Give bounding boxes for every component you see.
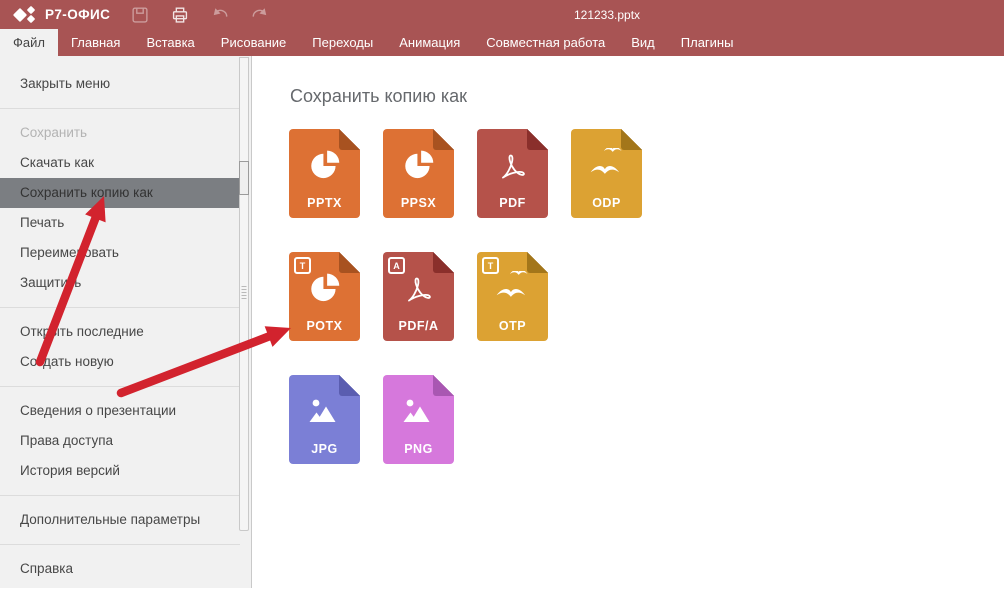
quick-toolbar (128, 0, 272, 29)
file-menu-item[interactable]: Закрыть меню (0, 69, 240, 99)
file-menu-item[interactable]: Переименовать (0, 238, 240, 268)
acrobat-icon (383, 266, 454, 314)
file-menu-item[interactable]: Скачать как (0, 148, 240, 178)
app-name: Р7-ОФИС (45, 7, 110, 22)
undo-icon[interactable] (208, 3, 232, 27)
format-label: PDF (477, 196, 548, 210)
format-label: PPSX (383, 196, 454, 210)
format-row: TPOTX APDF/A TOTP (289, 252, 642, 341)
tab-6[interactable]: Совместная работа (473, 29, 618, 56)
format-card-otp[interactable]: TOTP (477, 252, 548, 341)
r7-diamonds-icon (14, 5, 38, 25)
format-label: PNG (383, 442, 454, 456)
tab-0[interactable]: Файл (0, 29, 58, 56)
gulls-icon (477, 266, 548, 314)
format-label: PPTX (289, 196, 360, 210)
tab-2[interactable]: Вставка (133, 29, 207, 56)
format-label: PDF/A (383, 319, 454, 333)
tab-8[interactable]: Плагины (668, 29, 747, 56)
sidebar-scrollbar[interactable] (239, 57, 249, 531)
file-menu-section: Дополнительные параметры (0, 495, 240, 544)
file-menu-section: Сведения о презентацииПрава доступаИстор… (0, 386, 240, 495)
title-bar: Р7-ОФИС 1212 (0, 0, 1004, 29)
format-card-png[interactable]: PNG (383, 375, 454, 464)
tab-4[interactable]: Переходы (299, 29, 386, 56)
tab-3[interactable]: Рисование (208, 29, 299, 56)
app-logo: Р7-ОФИС (14, 4, 110, 25)
file-menu-item[interactable]: Открыть последние (0, 317, 240, 347)
file-menu-item[interactable]: История версий (0, 456, 240, 486)
file-menu-item[interactable]: Создать новую (0, 347, 240, 377)
format-row: PPTX PPSX PDF ODP (289, 129, 642, 218)
file-menu-item: Сохранить (0, 118, 240, 148)
tab-7[interactable]: Вид (618, 29, 668, 56)
file-menu-section: Открыть последниеСоздать новую (0, 307, 240, 386)
format-card-pdf[interactable]: PDF (477, 129, 548, 218)
tab-1[interactable]: Главная (58, 29, 133, 56)
format-label: POTX (289, 319, 360, 333)
pie-chart-icon (383, 143, 454, 191)
format-card-pdf-a[interactable]: APDF/A (383, 252, 454, 341)
format-card-pptx[interactable]: PPTX (289, 129, 360, 218)
pie-chart-icon (289, 143, 360, 191)
file-menu-item[interactable]: Справка (0, 554, 240, 584)
format-card-ppsx[interactable]: PPSX (383, 129, 454, 218)
file-menu-item[interactable]: Защитить (0, 268, 240, 298)
format-label: ODP (571, 196, 642, 210)
scrollbar-thumb[interactable] (239, 161, 249, 195)
tab-5[interactable]: Анимация (386, 29, 473, 56)
print-icon[interactable] (168, 3, 192, 27)
gulls-icon (571, 143, 642, 191)
scrollbar-grip-icon (242, 286, 247, 299)
save-icon[interactable] (128, 3, 152, 27)
file-menu-item[interactable]: Дополнительные параметры (0, 505, 240, 535)
file-menu-section: Закрыть меню (0, 56, 240, 108)
page-title: Сохранить копию как (290, 86, 1004, 107)
file-menu-section: Справка (0, 544, 240, 593)
file-menu-item[interactable]: Права доступа (0, 426, 240, 456)
format-grid: PPTX PPSX PDF ODP TPOTX APDF/A TOTP JPG PNG (289, 129, 642, 464)
format-label: JPG (289, 442, 360, 456)
format-row: JPG PNG (289, 375, 642, 464)
file-menu-item[interactable]: Печать (0, 208, 240, 238)
redo-icon[interactable] (248, 3, 272, 27)
format-card-odp[interactable]: ODP (571, 129, 642, 218)
file-menu-item[interactable]: Сведения о презентации (0, 396, 240, 426)
format-card-potx[interactable]: TPOTX (289, 252, 360, 341)
file-menu-panel: Закрыть меню СохранитьСкачать какСохранит… (0, 56, 252, 588)
file-menu-section: СохранитьСкачать какСохранить копию какП… (0, 108, 240, 307)
image-icon (383, 389, 454, 437)
file-menu-item[interactable]: Сохранить копию как (0, 178, 240, 208)
format-card-jpg[interactable]: JPG (289, 375, 360, 464)
pie-chart-icon (289, 266, 360, 314)
tab-bar: ФайлГлавнаяВставкаРисованиеПереходыАнима… (0, 29, 1004, 56)
save-copy-panel: Сохранить копию как PPTX PPSX PDF ODP TPOTX A… (253, 56, 1004, 588)
image-icon (289, 389, 360, 437)
document-title: 121233.pptx (540, 8, 674, 22)
acrobat-icon (477, 143, 548, 191)
format-label: OTP (477, 319, 548, 333)
